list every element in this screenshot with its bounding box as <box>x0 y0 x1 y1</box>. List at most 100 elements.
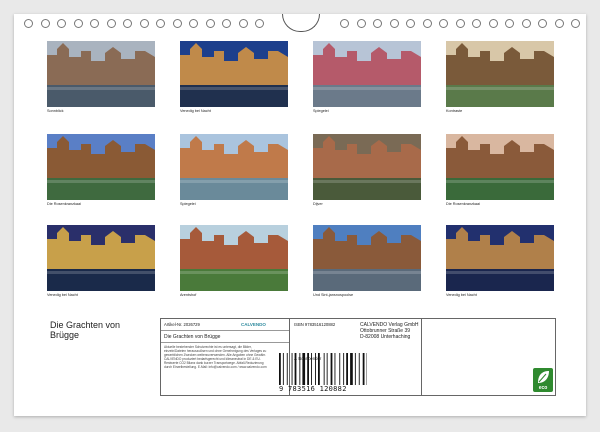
product-title: Die Grachten von Brügge <box>164 334 221 340</box>
photo-tile: Venedig bei Nacht <box>446 225 554 297</box>
binding-ring <box>389 19 399 28</box>
binding-ring <box>139 19 149 28</box>
canal-photo <box>47 41 155 107</box>
photo-caption: Und Sint-jansnospoolse <box>313 293 354 297</box>
binding-ring <box>123 19 132 28</box>
binding-ring <box>172 19 182 28</box>
barcode-bar <box>334 353 336 385</box>
photo-tile: Spiegelei <box>180 134 288 206</box>
binding-ring <box>455 19 465 28</box>
canal-photo <box>180 134 288 200</box>
binding-ring <box>255 19 264 28</box>
binding-ring <box>24 19 33 28</box>
photo-tile: Sonnblick <box>47 41 155 113</box>
barcode-bar <box>323 353 325 385</box>
binding-ring <box>90 19 99 28</box>
photo-tile: Arentshof <box>180 225 288 297</box>
eco-badge: eco <box>533 368 553 392</box>
canal-photo <box>313 134 421 200</box>
barcode-bar <box>302 353 306 385</box>
canal-photo <box>446 41 554 107</box>
binding-ring <box>222 19 231 28</box>
canal-photo <box>446 225 554 291</box>
barcode-bar <box>282 353 284 385</box>
binding-ring <box>40 19 50 28</box>
binding-ring <box>439 19 448 28</box>
barcode-bar <box>286 353 288 385</box>
binding-ring <box>422 19 432 28</box>
publisher-city: D-82008 Unterhaching <box>360 334 411 340</box>
photo-caption: Dijver <box>313 202 323 206</box>
photo-tile: Spiegelei <box>313 41 421 113</box>
canal-photo <box>180 225 288 291</box>
photo-caption: Die Rosenkranzkaai <box>446 202 480 206</box>
divider <box>421 319 422 395</box>
barcode-bar <box>318 353 320 385</box>
divider <box>161 330 289 331</box>
canal-photo <box>47 225 155 291</box>
photo-caption: Venedig bei Nacht <box>446 293 477 297</box>
photo-caption: Die Rosenkranzkaai <box>47 202 81 206</box>
binding-ring <box>538 19 547 28</box>
photo-caption: Spiegelei <box>313 109 329 113</box>
photo-tile: Dijver <box>313 134 421 206</box>
binding-ring <box>521 19 531 28</box>
photo-caption: Venedig bei Nacht <box>180 109 211 113</box>
calvendo-logo: CALVENDO <box>241 322 266 327</box>
binding-ring <box>356 19 366 28</box>
photo-tile: Venedig bei Nacht <box>180 41 288 113</box>
barcode-bar <box>330 353 333 385</box>
isbn: ISBN 9783516120882 <box>294 322 336 327</box>
photo-caption: Spiegelei <box>180 202 196 206</box>
barcode-bar <box>362 353 365 385</box>
calendar-back-page: Sonnblick Venedig bei Nacht Spiegelei Kontr… <box>14 14 586 416</box>
article-number: Artikel-Nr. 2026729 <box>164 322 200 327</box>
barcode-number: 9 783516 120882 <box>279 385 347 393</box>
barcode <box>279 353 367 385</box>
binding-ring <box>472 19 481 28</box>
photo-tile: Und Sint-jansnospoolse <box>313 225 421 297</box>
binding-ring <box>106 19 116 28</box>
barcode-bar <box>358 353 360 385</box>
barcode-bar <box>339 353 341 385</box>
barcode-bar <box>311 353 312 385</box>
barcode-bar <box>291 353 293 385</box>
binding-ring <box>554 19 564 28</box>
barcode-bar <box>326 353 328 385</box>
binding-ring <box>205 19 215 28</box>
leaf-icon <box>538 371 549 383</box>
calendar-title-line1: Die Grachten von <box>50 320 121 330</box>
binding-ring <box>156 19 165 28</box>
photo-tile: Die Rosenkranzkaai <box>446 134 554 206</box>
binding-ring <box>189 19 198 28</box>
binding-ring <box>373 19 382 28</box>
photo-tile: Venedig bei Nacht <box>47 225 155 297</box>
binding-ring <box>571 19 580 28</box>
calendar-title-line2: Brügge <box>50 330 80 340</box>
photo-caption: Venedig bei Nacht <box>47 293 78 297</box>
eco-label: eco <box>538 385 548 391</box>
calendar-title: Die Grachten von Brügge <box>50 320 120 340</box>
canal-photo <box>47 134 155 200</box>
barcode-bar <box>279 353 281 385</box>
barcode-bar <box>350 353 353 385</box>
photo-caption: Arentshof <box>180 293 197 297</box>
product-info-box: Artikel-Nr. 2026729 CALVENDO Die Grachte… <box>160 318 556 396</box>
legal-blurb: Aktuelle bestehender Schutzrechte ist es… <box>164 345 267 369</box>
binding-ring <box>340 19 349 28</box>
barcode-bar <box>299 353 301 385</box>
canal-photo <box>180 41 288 107</box>
binding-ring <box>505 19 514 28</box>
barcode-bar <box>315 353 316 385</box>
barcode-bar <box>354 353 356 385</box>
canal-photo <box>313 225 421 291</box>
binding-ring <box>406 19 415 28</box>
canal-photo <box>313 41 421 107</box>
binding-ring <box>238 19 248 28</box>
photo-caption: Sonnblick <box>47 109 64 113</box>
barcode-bar <box>346 353 348 385</box>
barcode-bar <box>307 353 309 385</box>
canal-photo <box>446 134 554 200</box>
binding-ring <box>57 19 66 28</box>
photo-tile: Kontraste <box>446 41 554 113</box>
